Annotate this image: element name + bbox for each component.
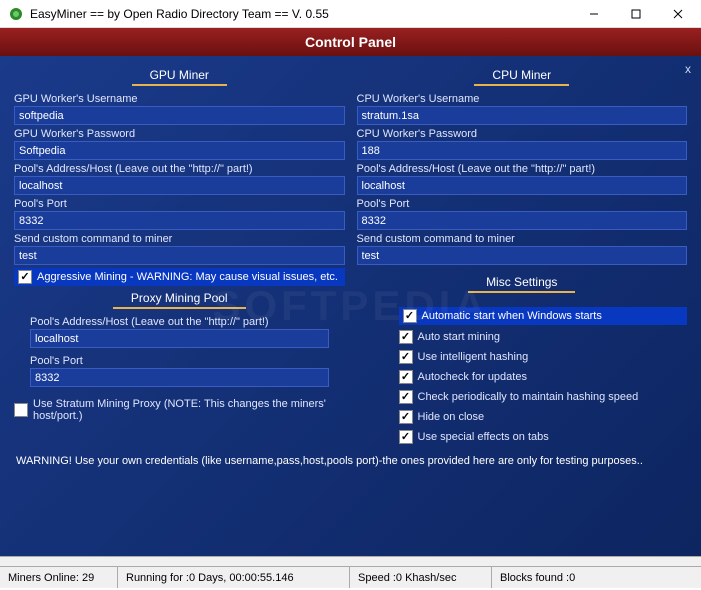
close-button[interactable]: [657, 1, 699, 27]
cpu-cmd-input[interactable]: [357, 246, 688, 265]
gpu-host-label: Pool's Address/Host (Leave out the "http…: [14, 162, 345, 176]
cpu-title: CPU Miner: [357, 66, 688, 86]
misc-checkbox-5[interactable]: [399, 410, 413, 424]
misc-checkbox-0[interactable]: [403, 309, 417, 323]
gpu-cmd-label: Send custom command to miner: [14, 232, 345, 246]
cpu-cmd-label: Send custom command to miner: [357, 232, 688, 246]
misc-label-1: Auto start mining: [418, 331, 501, 343]
aggressive-mining-row[interactable]: Aggressive Mining - WARNING: May cause v…: [14, 268, 345, 286]
misc-item-2[interactable]: Use intelligent hashing: [399, 349, 688, 365]
status-miners: Miners Online: 29: [0, 567, 118, 588]
misc-title: Misc Settings: [357, 273, 688, 293]
misc-label-6: Use special effects on tabs: [418, 431, 549, 443]
main-panel: SOFTPEDIA x GPU Miner GPU Worker's Usern…: [0, 56, 701, 556]
cpu-host-label: Pool's Address/Host (Leave out the "http…: [357, 162, 688, 176]
proxy-host-input[interactable]: [30, 329, 329, 348]
gpu-cmd-input[interactable]: [14, 246, 345, 265]
misc-label-2: Use intelligent hashing: [418, 351, 529, 363]
misc-settings-list: Automatic start when Windows starts Auto …: [357, 299, 688, 445]
misc-item-1[interactable]: Auto start mining: [399, 329, 688, 345]
gpu-password-label: GPU Worker's Password: [14, 127, 345, 141]
gpu-host-input[interactable]: [14, 176, 345, 195]
misc-item-3[interactable]: Autocheck for updates: [399, 369, 688, 385]
status-speed: Speed :0 Khash/sec: [350, 567, 492, 588]
panel-close-icon[interactable]: x: [685, 62, 691, 76]
misc-checkbox-4[interactable]: [399, 390, 413, 404]
cpu-username-input[interactable]: [357, 106, 688, 125]
gpu-column: GPU Miner GPU Worker's Username GPU Work…: [14, 64, 345, 449]
statusbar: Miners Online: 29 Running for :0 Days, 0…: [0, 566, 701, 588]
proxy-port-label: Pool's Port: [30, 354, 329, 368]
cpu-password-label: CPU Worker's Password: [357, 127, 688, 141]
maximize-button[interactable]: [615, 1, 657, 27]
misc-label-5: Hide on close: [418, 411, 485, 423]
misc-label-4: Check periodically to maintain hashing s…: [418, 391, 639, 403]
proxy-title: Proxy Mining Pool: [14, 289, 345, 309]
stratum-proxy-checkbox[interactable]: [14, 403, 28, 417]
cpu-username-label: CPU Worker's Username: [357, 92, 688, 106]
warning-text: WARNING! Use your own credentials (like …: [14, 449, 687, 473]
misc-item-4[interactable]: Check periodically to maintain hashing s…: [399, 389, 688, 405]
cpu-port-input[interactable]: [357, 211, 688, 230]
window-title: EasyMiner == by Open Radio Directory Tea…: [30, 7, 573, 21]
cpu-host-input[interactable]: [357, 176, 688, 195]
header: Control Panel: [0, 28, 701, 56]
titlebar: EasyMiner == by Open Radio Directory Tea…: [0, 0, 701, 28]
misc-checkbox-3[interactable]: [399, 370, 413, 384]
status-blocks: Blocks found :0: [492, 567, 701, 588]
misc-item-5[interactable]: Hide on close: [399, 409, 688, 425]
gpu-username-input[interactable]: [14, 106, 345, 125]
misc-label-3: Autocheck for updates: [418, 371, 527, 383]
misc-checkbox-6[interactable]: [399, 430, 413, 444]
gpu-port-label: Pool's Port: [14, 197, 345, 211]
aggressive-mining-checkbox[interactable]: [18, 270, 32, 284]
stratum-proxy-label: Use Stratum Mining Proxy (NOTE: This cha…: [33, 398, 345, 422]
aggressive-mining-label: Aggressive Mining - WARNING: May cause v…: [37, 271, 338, 283]
cpu-password-input[interactable]: [357, 141, 688, 160]
proxy-host-label: Pool's Address/Host (Leave out the "http…: [30, 315, 329, 329]
gpu-password-input[interactable]: [14, 141, 345, 160]
proxy-port-input[interactable]: [30, 368, 329, 387]
misc-item-0[interactable]: Automatic start when Windows starts: [399, 307, 688, 325]
misc-checkbox-2[interactable]: [399, 350, 413, 364]
cpu-column: CPU Miner CPU Worker's Username CPU Work…: [357, 64, 688, 449]
status-running: Running for :0 Days, 00:00:55.146: [118, 567, 350, 588]
minimize-button[interactable]: [573, 1, 615, 27]
stratum-proxy-row[interactable]: Use Stratum Mining Proxy (NOTE: This cha…: [14, 397, 345, 423]
app-icon: [8, 6, 24, 22]
misc-label-0: Automatic start when Windows starts: [422, 310, 602, 322]
gpu-username-label: GPU Worker's Username: [14, 92, 345, 106]
cpu-port-label: Pool's Port: [357, 197, 688, 211]
spacer: [0, 556, 701, 566]
gpu-port-input[interactable]: [14, 211, 345, 230]
misc-item-6[interactable]: Use special effects on tabs: [399, 429, 688, 445]
gpu-title: GPU Miner: [14, 66, 345, 86]
misc-checkbox-1[interactable]: [399, 330, 413, 344]
